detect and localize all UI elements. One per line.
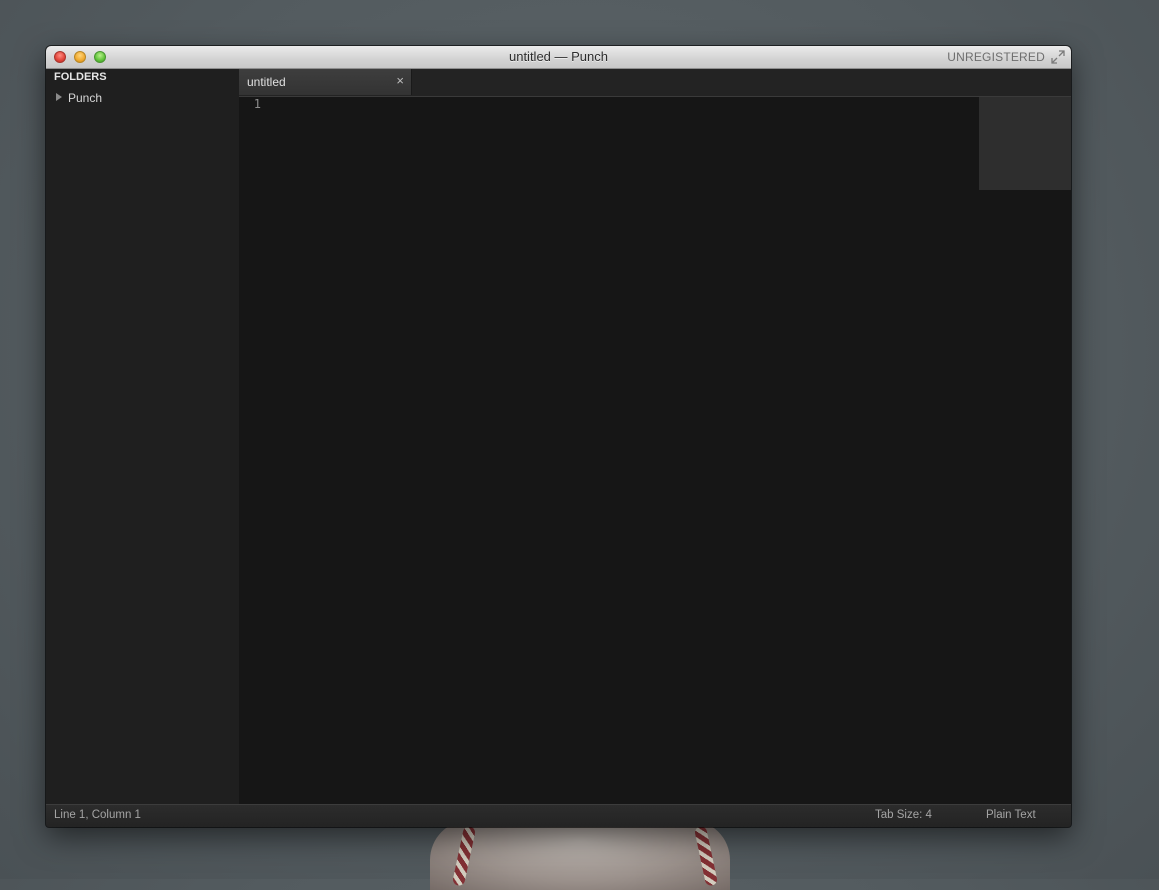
cursor-position: Line 1, Column 1: [54, 809, 141, 821]
tab-size-selector[interactable]: Tab Size: 4: [875, 809, 932, 821]
unregistered-label: UNREGISTERED: [947, 50, 1045, 64]
tab-close-icon[interactable]: ×: [396, 74, 404, 88]
disclosure-triangle-icon[interactable]: [56, 93, 62, 101]
minimap-viewport[interactable]: [979, 97, 1071, 190]
editor-area[interactable]: 1: [239, 97, 1071, 804]
line-number: 1: [253, 97, 261, 111]
sidebar-folder-punch[interactable]: Punch: [56, 91, 102, 107]
sidebar: FOLDERS Punch: [46, 69, 240, 804]
folders-heading: FOLDERS: [54, 71, 107, 83]
tab-label: untitled: [247, 75, 286, 89]
window-title: untitled — Punch: [508, 49, 608, 64]
status-bar: Line 1, Column 1 Tab Size: 4 Plain Text: [46, 804, 1071, 827]
line-number-gutter: 1: [239, 97, 275, 804]
folder-label: Punch: [68, 91, 103, 105]
tab-untitled[interactable]: untitled ×: [239, 69, 412, 95]
fullscreen-arrows-icon[interactable]: [1051, 50, 1065, 64]
desktop-wallpaper-object: [430, 820, 730, 890]
tab-bar: untitled ×: [239, 69, 1071, 97]
editor-window: untitled — Punch UNREGISTERED FOLDERS Pu…: [46, 46, 1071, 827]
title-bar[interactable]: untitled — Punch UNREGISTERED: [46, 46, 1071, 69]
syntax-selector[interactable]: Plain Text: [986, 809, 1036, 821]
